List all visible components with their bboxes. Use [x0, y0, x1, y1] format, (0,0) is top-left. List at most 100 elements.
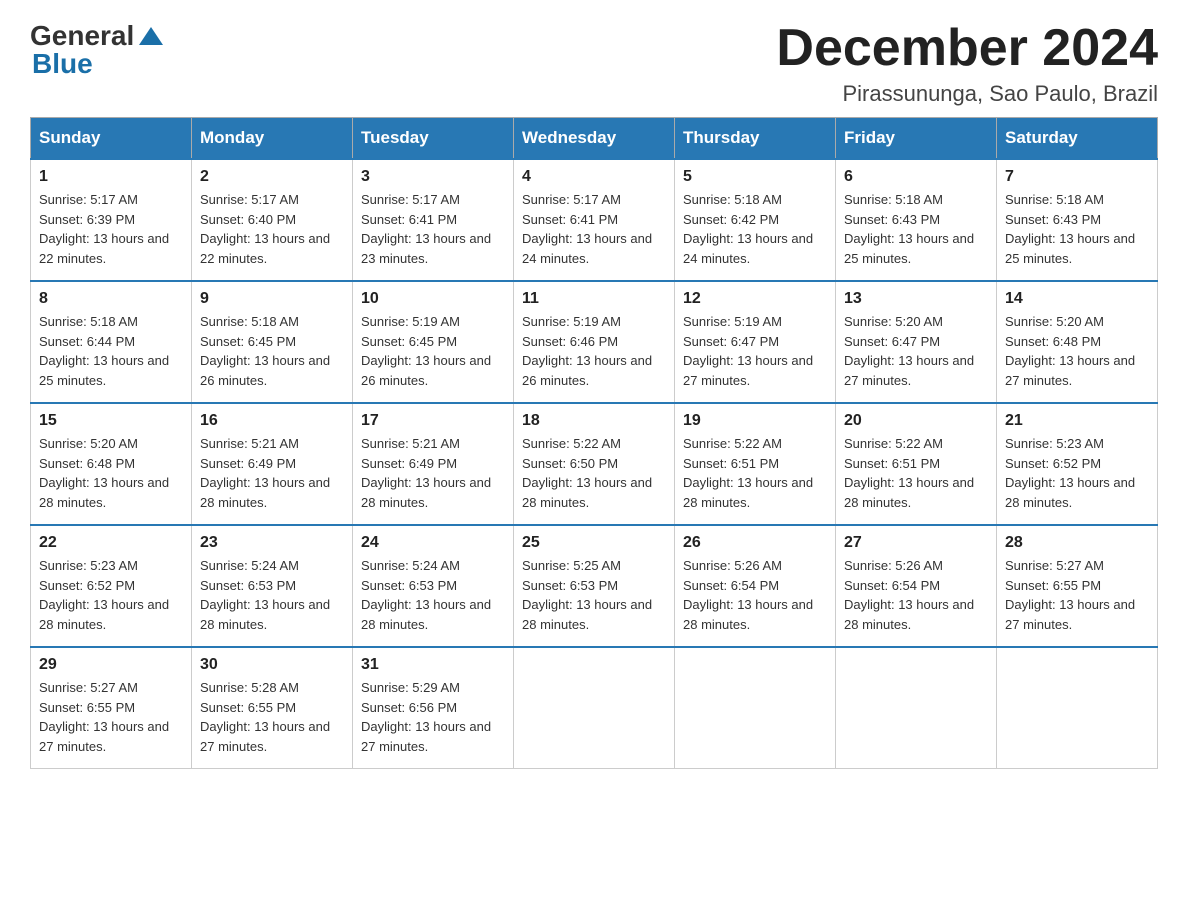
day-number: 11 [522, 290, 666, 308]
calendar-cell: 14 Sunrise: 5:20 AMSunset: 6:48 PMDayligh… [997, 281, 1158, 403]
day-number: 25 [522, 534, 666, 552]
day-info: Sunrise: 5:19 AMSunset: 6:45 PMDaylight:… [361, 312, 505, 390]
col-header-wednesday: Wednesday [514, 118, 675, 160]
col-header-friday: Friday [836, 118, 997, 160]
day-number: 22 [39, 534, 183, 552]
day-number: 20 [844, 412, 988, 430]
day-info: Sunrise: 5:17 AMSunset: 6:40 PMDaylight:… [200, 190, 344, 268]
calendar-cell: 29 Sunrise: 5:27 AMSunset: 6:55 PMDayligh… [31, 647, 192, 769]
day-info: Sunrise: 5:27 AMSunset: 6:55 PMDaylight:… [39, 678, 183, 756]
calendar-cell: 19 Sunrise: 5:22 AMSunset: 6:51 PMDayligh… [675, 403, 836, 525]
day-info: Sunrise: 5:23 AMSunset: 6:52 PMDaylight:… [39, 556, 183, 634]
week-row-3: 15 Sunrise: 5:20 AMSunset: 6:48 PMDayligh… [31, 403, 1158, 525]
day-info: Sunrise: 5:22 AMSunset: 6:51 PMDaylight:… [683, 434, 827, 512]
calendar-cell: 11 Sunrise: 5:19 AMSunset: 6:46 PMDayligh… [514, 281, 675, 403]
col-header-saturday: Saturday [997, 118, 1158, 160]
day-info: Sunrise: 5:20 AMSunset: 6:48 PMDaylight:… [1005, 312, 1149, 390]
day-number: 14 [1005, 290, 1149, 308]
day-number: 30 [200, 656, 344, 674]
day-info: Sunrise: 5:25 AMSunset: 6:53 PMDaylight:… [522, 556, 666, 634]
day-number: 24 [361, 534, 505, 552]
week-row-1: 1 Sunrise: 5:17 AMSunset: 6:39 PMDaylight… [31, 159, 1158, 281]
day-info: Sunrise: 5:22 AMSunset: 6:51 PMDaylight:… [844, 434, 988, 512]
day-number: 2 [200, 168, 344, 186]
week-row-5: 29 Sunrise: 5:27 AMSunset: 6:55 PMDayligh… [31, 647, 1158, 769]
calendar-cell: 23 Sunrise: 5:24 AMSunset: 6:53 PMDayligh… [192, 525, 353, 647]
calendar-cell: 26Sunrise: 5:26 AMSunset: 6:54 PMDayligh… [675, 525, 836, 647]
col-header-tuesday: Tuesday [353, 118, 514, 160]
day-info: Sunrise: 5:17 AMSunset: 6:39 PMDaylight:… [39, 190, 183, 268]
calendar-cell: 16 Sunrise: 5:21 AMSunset: 6:49 PMDayligh… [192, 403, 353, 525]
calendar-cell: 2 Sunrise: 5:17 AMSunset: 6:40 PMDaylight… [192, 159, 353, 281]
day-info: Sunrise: 5:18 AMSunset: 6:43 PMDaylight:… [844, 190, 988, 268]
col-header-monday: Monday [192, 118, 353, 160]
calendar-header-row: SundayMondayTuesdayWednesdayThursdayFrid… [31, 118, 1158, 160]
calendar-cell: 9 Sunrise: 5:18 AMSunset: 6:45 PMDaylight… [192, 281, 353, 403]
day-info: Sunrise: 5:26 AMSunset: 6:54 PMDaylight:… [844, 556, 988, 634]
calendar-cell [836, 647, 997, 769]
day-info: Sunrise: 5:27 AMSunset: 6:55 PMDaylight:… [1005, 556, 1149, 634]
day-info: Sunrise: 5:28 AMSunset: 6:55 PMDaylight:… [200, 678, 344, 756]
calendar-cell: 18 Sunrise: 5:22 AMSunset: 6:50 PMDayligh… [514, 403, 675, 525]
calendar-cell [675, 647, 836, 769]
calendar-cell: 28 Sunrise: 5:27 AMSunset: 6:55 PMDayligh… [997, 525, 1158, 647]
day-number: 19 [683, 412, 827, 430]
day-info: Sunrise: 5:18 AMSunset: 6:43 PMDaylight:… [1005, 190, 1149, 268]
day-number: 28 [1005, 534, 1149, 552]
day-number: 5 [683, 168, 827, 186]
day-info: Sunrise: 5:20 AMSunset: 6:47 PMDaylight:… [844, 312, 988, 390]
day-number: 4 [522, 168, 666, 186]
day-info: Sunrise: 5:19 AMSunset: 6:46 PMDaylight:… [522, 312, 666, 390]
calendar-cell: 4 Sunrise: 5:17 AMSunset: 6:41 PMDaylight… [514, 159, 675, 281]
day-number: 27 [844, 534, 988, 552]
calendar-table: SundayMondayTuesdayWednesdayThursdayFrid… [30, 117, 1158, 769]
day-info: Sunrise: 5:18 AMSunset: 6:44 PMDaylight:… [39, 312, 183, 390]
day-number: 13 [844, 290, 988, 308]
day-info: Sunrise: 5:20 AMSunset: 6:48 PMDaylight:… [39, 434, 183, 512]
col-header-sunday: Sunday [31, 118, 192, 160]
day-info: Sunrise: 5:21 AMSunset: 6:49 PMDaylight:… [361, 434, 505, 512]
day-info: Sunrise: 5:26 AMSunset: 6:54 PMDaylight:… [683, 556, 827, 634]
day-number: 29 [39, 656, 183, 674]
day-info: Sunrise: 5:24 AMSunset: 6:53 PMDaylight:… [200, 556, 344, 634]
day-number: 7 [1005, 168, 1149, 186]
day-info: Sunrise: 5:24 AMSunset: 6:53 PMDaylight:… [361, 556, 505, 634]
day-info: Sunrise: 5:21 AMSunset: 6:49 PMDaylight:… [200, 434, 344, 512]
col-header-thursday: Thursday [675, 118, 836, 160]
calendar-cell: 6 Sunrise: 5:18 AMSunset: 6:43 PMDaylight… [836, 159, 997, 281]
week-row-4: 22 Sunrise: 5:23 AMSunset: 6:52 PMDayligh… [31, 525, 1158, 647]
day-number: 12 [683, 290, 827, 308]
day-number: 10 [361, 290, 505, 308]
day-number: 3 [361, 168, 505, 186]
calendar-cell [997, 647, 1158, 769]
location-subtitle: Pirassununga, Sao Paulo, Brazil [776, 81, 1158, 107]
day-number: 16 [200, 412, 344, 430]
day-number: 23 [200, 534, 344, 552]
day-info: Sunrise: 5:23 AMSunset: 6:52 PMDaylight:… [1005, 434, 1149, 512]
day-info: Sunrise: 5:17 AMSunset: 6:41 PMDaylight:… [522, 190, 666, 268]
calendar-cell: 15 Sunrise: 5:20 AMSunset: 6:48 PMDayligh… [31, 403, 192, 525]
day-number: 8 [39, 290, 183, 308]
day-number: 21 [1005, 412, 1149, 430]
calendar-cell: 13 Sunrise: 5:20 AMSunset: 6:47 PMDayligh… [836, 281, 997, 403]
calendar-cell: 27 Sunrise: 5:26 AMSunset: 6:54 PMDayligh… [836, 525, 997, 647]
calendar-cell: 1 Sunrise: 5:17 AMSunset: 6:39 PMDaylight… [31, 159, 192, 281]
day-number: 9 [200, 290, 344, 308]
day-number: 6 [844, 168, 988, 186]
calendar-cell: 24 Sunrise: 5:24 AMSunset: 6:53 PMDayligh… [353, 525, 514, 647]
week-row-2: 8 Sunrise: 5:18 AMSunset: 6:44 PMDaylight… [31, 281, 1158, 403]
calendar-cell: 8 Sunrise: 5:18 AMSunset: 6:44 PMDaylight… [31, 281, 192, 403]
calendar-cell: 17 Sunrise: 5:21 AMSunset: 6:49 PMDayligh… [353, 403, 514, 525]
day-number: 1 [39, 168, 183, 186]
logo-blue-text: Blue [32, 48, 93, 79]
day-number: 17 [361, 412, 505, 430]
day-info: Sunrise: 5:18 AMSunset: 6:42 PMDaylight:… [683, 190, 827, 268]
calendar-cell: 22 Sunrise: 5:23 AMSunset: 6:52 PMDayligh… [31, 525, 192, 647]
day-info: Sunrise: 5:18 AMSunset: 6:45 PMDaylight:… [200, 312, 344, 390]
calendar-cell: 31Sunrise: 5:29 AMSunset: 6:56 PMDayligh… [353, 647, 514, 769]
page-header: General Blue December 2024 Pirassununga,… [30, 20, 1158, 107]
day-number: 18 [522, 412, 666, 430]
day-info: Sunrise: 5:29 AMSunset: 6:56 PMDaylight:… [361, 678, 505, 756]
day-info: Sunrise: 5:22 AMSunset: 6:50 PMDaylight:… [522, 434, 666, 512]
day-number: 15 [39, 412, 183, 430]
